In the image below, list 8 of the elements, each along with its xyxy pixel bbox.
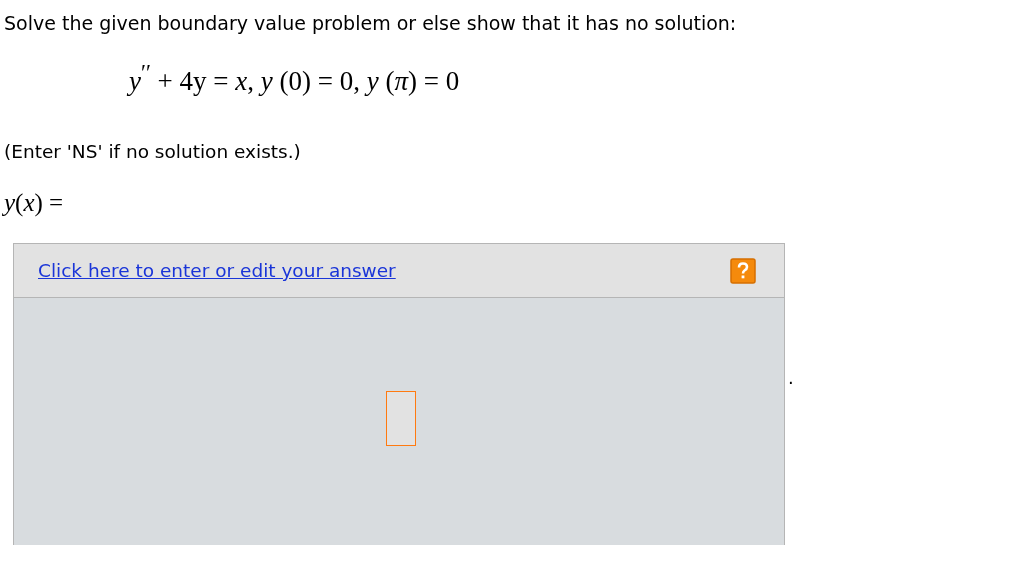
answer-label: y(x) = [4, 188, 65, 218]
edit-answer-link[interactable]: Click here to enter or edit your answer [38, 260, 396, 281]
hint-text: (Enter 'NS' if no solution exists.) [4, 140, 302, 164]
answer-box[interactable] [386, 391, 416, 446]
question-text: Solve the given boundary value problem or else show that it has no solution: [4, 11, 738, 36]
equation: y$^{′′}$ + 4y = x, y (0) = 0, y (π) = 0 [129, 59, 461, 98]
period-mark: . [788, 368, 794, 388]
help-icon[interactable] [730, 257, 756, 284]
